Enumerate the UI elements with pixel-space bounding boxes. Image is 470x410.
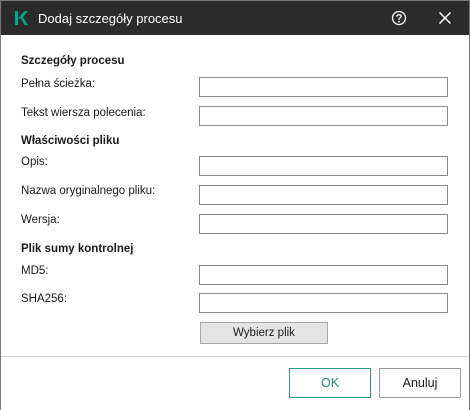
- description-input[interactable]: [199, 156, 448, 176]
- command-line-input[interactable]: [199, 106, 448, 126]
- command-line-label: Tekst wiersza polecenia:: [21, 107, 146, 119]
- full-path-label: Pełna ścieżka:: [21, 78, 96, 90]
- description-label: Opis:: [21, 156, 48, 168]
- original-file-name-input[interactable]: [199, 185, 448, 205]
- kaspersky-logo-icon: [13, 10, 29, 26]
- section-header-checksum: Plik sumy kontrolnej: [21, 243, 134, 255]
- version-label: Wersja:: [21, 214, 60, 226]
- title-bar: Dodaj szczegóły procesu: [1, 1, 469, 35]
- help-icon[interactable]: [390, 9, 408, 27]
- section-header-process-details: Szczegóły procesu: [21, 55, 125, 67]
- add-process-details-dialog: Dodaj szczegóły procesu Szczegóły proces…: [0, 0, 470, 410]
- md5-label: MD5:: [21, 265, 49, 277]
- md5-input[interactable]: [199, 265, 448, 285]
- dialog-footer: OK Anuluj: [1, 356, 469, 410]
- select-file-button[interactable]: Wybierz plik: [200, 322, 328, 344]
- cancel-button[interactable]: Anuluj: [379, 368, 461, 398]
- section-header-file-properties: Właściwości pliku: [21, 135, 120, 147]
- dialog-title: Dodaj szczegóły procesu: [38, 11, 183, 26]
- sha256-input[interactable]: [199, 293, 448, 313]
- sha256-label: SHA256:: [21, 293, 68, 305]
- original-file-name-label: Nazwa oryginalnego pliku:: [21, 185, 156, 197]
- close-icon[interactable]: [436, 9, 454, 27]
- full-path-input[interactable]: [199, 77, 448, 97]
- ok-button[interactable]: OK: [289, 368, 371, 398]
- version-input[interactable]: [199, 214, 448, 234]
